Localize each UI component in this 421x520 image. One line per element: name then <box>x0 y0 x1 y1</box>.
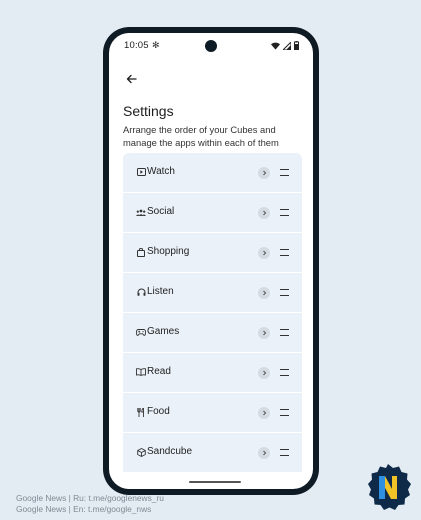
chevron-right-icon[interactable] <box>258 247 270 259</box>
cube-label: Food <box>147 406 170 417</box>
chevron-right-icon[interactable] <box>258 447 270 459</box>
drag-handle-icon[interactable] <box>280 369 289 376</box>
headphones-icon <box>136 287 146 297</box>
cube-row-sandcube[interactable]: Sandcube <box>123 433 302 472</box>
play-box-icon <box>136 167 146 177</box>
chevron-right-icon[interactable] <box>258 327 270 339</box>
watermark-line-en: Google News | En: t.me/google_nws <box>16 504 152 514</box>
chevron-right-icon[interactable] <box>258 367 270 379</box>
page-title: Settings <box>123 103 174 119</box>
wifi-icon <box>271 42 280 50</box>
back-arrow-icon[interactable] <box>123 71 139 87</box>
cube-label: Shopping <box>147 246 190 257</box>
front-camera <box>205 40 217 52</box>
cube-row-listen[interactable]: Listen <box>123 273 302 312</box>
cube-row-read[interactable]: Read <box>123 353 302 392</box>
cube-row-social[interactable]: Social <box>123 193 302 232</box>
cube-label: Sandcube <box>147 446 193 457</box>
book-icon <box>136 367 146 377</box>
page-subtitle: Arrange the order of your Cubes and mana… <box>123 124 279 148</box>
status-time: 10:05 <box>124 40 149 51</box>
drag-handle-icon[interactable] <box>280 249 289 256</box>
chevron-right-icon[interactable] <box>258 407 270 419</box>
battery-icon <box>294 41 299 50</box>
chevron-right-icon[interactable] <box>258 207 270 219</box>
phone-frame: 10:05 ✻ Settings Arrange the order of yo… <box>103 27 319 495</box>
cube-row-watch[interactable]: Watch <box>123 153 302 192</box>
people-icon <box>136 207 146 217</box>
cube-label: Games <box>147 326 180 337</box>
drag-handle-icon[interactable] <box>280 209 289 216</box>
cube-label: Watch <box>147 166 175 177</box>
status-bar: 10:05 ✻ <box>109 33 313 57</box>
cube-row-shopping[interactable]: Shopping <box>123 233 302 272</box>
drag-handle-icon[interactable] <box>280 289 289 296</box>
phone-screen: 10:05 ✻ Settings Arrange the order of yo… <box>109 33 313 489</box>
cube-row-food[interactable]: Food <box>123 393 302 432</box>
cube-row-games[interactable]: Games <box>123 313 302 352</box>
cube-list: Watch Social Shopping Listen Games Read … <box>123 153 302 473</box>
status-icons <box>271 41 299 50</box>
fork-knife-icon <box>136 407 146 417</box>
cube-icon <box>136 447 146 457</box>
drag-handle-icon[interactable] <box>280 329 289 336</box>
drag-handle-icon[interactable] <box>280 409 289 416</box>
drag-handle-icon[interactable] <box>280 169 289 176</box>
gamepad-icon <box>136 327 146 337</box>
google-news-n-logo <box>368 464 411 510</box>
drag-handle-icon[interactable] <box>280 449 289 456</box>
settings-notification-icon: ✻ <box>152 40 160 50</box>
home-indicator[interactable] <box>189 481 241 483</box>
cube-label: Social <box>147 206 175 217</box>
cube-label: Read <box>147 366 171 377</box>
chevron-right-icon[interactable] <box>258 287 270 299</box>
chevron-right-icon[interactable] <box>258 167 270 179</box>
cube-label: Listen <box>147 286 174 297</box>
shopping-bag-icon <box>136 247 146 257</box>
watermark-line-ru: Google News | Ru: t.me/googlenews_ru <box>16 493 164 503</box>
signal-icon <box>283 41 291 50</box>
